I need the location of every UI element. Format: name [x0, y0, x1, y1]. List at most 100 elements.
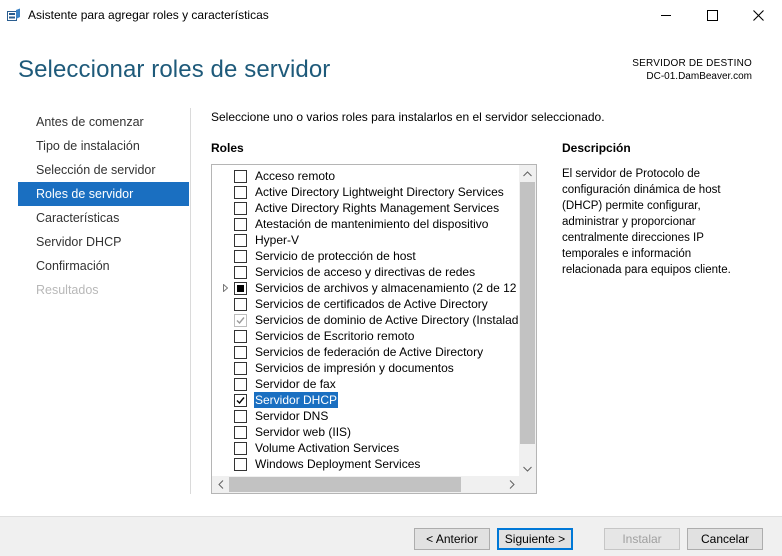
role-label: Hyper-V: [255, 233, 300, 247]
role-label: Servicios de dominio de Active Directory…: [255, 313, 519, 327]
role-label: Servicios de Escritorio remoto: [255, 329, 415, 343]
role-row[interactable]: Windows Deployment Services: [212, 456, 519, 472]
role-label: Servidor de fax: [255, 377, 336, 391]
destination-server-info: SERVIDOR DE DESTINO DC-01.DamBeaver.com: [632, 57, 752, 83]
role-checkbox[interactable]: [234, 426, 247, 439]
instruction-text: Seleccione uno o varios roles para insta…: [211, 110, 605, 124]
role-label: Volume Activation Services: [255, 441, 400, 455]
window-title: Asistente para agregar roles y caracterí…: [28, 8, 269, 22]
role-checkbox[interactable]: [234, 234, 247, 247]
maximize-button[interactable]: [689, 0, 735, 30]
server-manager-icon: [7, 8, 20, 21]
nav-item-seleccion-de-servidor[interactable]: Selección de servidor: [18, 158, 189, 182]
scroll-up-arrow-icon[interactable]: [519, 165, 536, 182]
role-checkbox[interactable]: [234, 266, 247, 279]
nav-item-roles-de-servidor[interactable]: Roles de servidor: [18, 182, 189, 206]
role-checkbox[interactable]: [234, 394, 247, 407]
title-bar: Asistente para agregar roles y caracterí…: [0, 0, 782, 30]
role-label: Servicios de federación de Active Direct…: [255, 345, 484, 359]
role-row[interactable]: Servidor de fax: [212, 376, 519, 392]
role-row[interactable]: Servidor web (IIS): [212, 424, 519, 440]
next-button[interactable]: Siguiente >: [497, 528, 573, 550]
role-checkbox[interactable]: [234, 362, 247, 375]
cancel-button[interactable]: Cancelar: [687, 528, 763, 550]
role-checkbox[interactable]: [234, 282, 247, 295]
nav-item-tipo-de-instalacion[interactable]: Tipo de instalación: [18, 134, 189, 158]
role-row[interactable]: Active Directory Rights Management Servi…: [212, 200, 519, 216]
description-text: El servidor de Protocolo de configuració…: [562, 168, 731, 276]
role-label: Servicios de archivos y almacenamiento (…: [255, 281, 519, 295]
role-label: Servidor DHCP: [254, 392, 339, 408]
role-checkbox[interactable]: [234, 298, 247, 311]
role-row[interactable]: Acceso remoto: [212, 168, 519, 184]
role-label: Active Directory Rights Management Servi…: [255, 201, 500, 215]
role-label: Acceso remoto: [255, 169, 336, 183]
role-label: Servidor DNS: [255, 409, 329, 423]
role-row[interactable]: Servidor DNS: [212, 408, 519, 424]
role-checkbox[interactable]: [234, 170, 247, 183]
wizard-footer: < Anterior Siguiente > Instalar Cancelar: [0, 516, 782, 556]
role-row[interactable]: Servicios de acceso y directivas de rede…: [212, 264, 519, 280]
role-checkbox[interactable]: [234, 346, 247, 359]
nav-item-caracteristicas[interactable]: Características: [18, 206, 189, 230]
role-checkbox: [234, 314, 247, 327]
wizard-steps-nav: Antes de comenzar Tipo de instalación Se…: [18, 110, 189, 302]
scroll-right-arrow-icon[interactable]: [503, 476, 520, 493]
expand-arrow-icon[interactable]: [220, 280, 230, 296]
roles-list-items: Acceso remoto Active Directory Lightweigh…: [212, 168, 519, 472]
role-label: Servicios de certificados de Active Dire…: [255, 297, 488, 311]
description-heading: Descripción: [562, 141, 631, 155]
maximize-icon: [706, 9, 718, 21]
nav-item-antes-de-comenzar[interactable]: Antes de comenzar: [18, 110, 189, 134]
role-checkbox[interactable]: [234, 378, 247, 391]
nav-item-servidor-dhcp[interactable]: Servidor DHCP: [18, 230, 189, 254]
role-row[interactable]: Volume Activation Services: [212, 440, 519, 456]
horizontal-scrollbar[interactable]: [212, 476, 520, 493]
scroll-down-arrow-icon[interactable]: [519, 460, 536, 477]
back-button[interactable]: < Anterior: [414, 528, 490, 550]
role-row[interactable]: Servicios de dominio de Active Directory…: [212, 312, 519, 328]
role-row[interactable]: Servicios de archivos y almacenamiento (…: [212, 280, 519, 296]
role-row[interactable]: Servicios de Escritorio remoto: [212, 328, 519, 344]
role-checkbox[interactable]: [234, 330, 247, 343]
roles-list[interactable]: Acceso remoto Active Directory Lightweigh…: [211, 164, 537, 494]
role-label: Servicios de acceso y directivas de rede…: [255, 265, 476, 279]
close-icon: [752, 9, 764, 21]
role-row[interactable]: Hyper-V: [212, 232, 519, 248]
role-row[interactable]: Servidor DHCP: [212, 392, 519, 408]
nav-item-confirmacion[interactable]: Confirmación: [18, 254, 189, 278]
role-row[interactable]: Atestación de mantenimiento del disposit…: [212, 216, 519, 232]
role-row[interactable]: Servicios de certificados de Active Dire…: [212, 296, 519, 312]
role-checkbox[interactable]: [234, 458, 247, 471]
vertical-scrollbar[interactable]: [519, 165, 536, 477]
role-label: Servidor web (IIS): [255, 425, 352, 439]
role-label: Atestación de mantenimiento del disposit…: [255, 217, 489, 231]
install-button: Instalar: [604, 528, 680, 550]
role-row[interactable]: Servicio de protección de host: [212, 248, 519, 264]
nav-item-resultados: Resultados: [36, 283, 99, 297]
role-label: Active Directory Lightweight Directory S…: [255, 185, 504, 199]
vertical-scroll-thumb[interactable]: [520, 182, 535, 444]
role-row[interactable]: Servicios de federación de Active Direct…: [212, 344, 519, 360]
role-checkbox[interactable]: [234, 442, 247, 455]
horizontal-scroll-thumb[interactable]: [229, 477, 461, 492]
role-label: Servicio de protección de host: [255, 249, 416, 263]
scrollbar-corner: [519, 476, 536, 493]
scroll-left-arrow-icon[interactable]: [212, 476, 229, 493]
role-checkbox[interactable]: [234, 202, 247, 215]
close-button[interactable]: [735, 0, 781, 30]
role-row[interactable]: Servicios de impresión y documentos: [212, 360, 519, 376]
role-checkbox[interactable]: [234, 186, 247, 199]
minimize-button[interactable]: [643, 0, 689, 30]
nav-divider: [190, 108, 191, 494]
role-checkbox[interactable]: [234, 218, 247, 231]
roles-heading: Roles: [211, 141, 244, 155]
role-checkbox[interactable]: [234, 250, 247, 263]
role-label: Servicios de impresión y documentos: [255, 361, 454, 375]
role-row[interactable]: Active Directory Lightweight Directory S…: [212, 184, 519, 200]
page-title: Seleccionar roles de servidor: [18, 56, 331, 83]
destination-server-name: DC-01.DamBeaver.com: [646, 71, 752, 82]
role-label: Windows Deployment Services: [255, 457, 421, 471]
role-checkbox[interactable]: [234, 410, 247, 423]
minimize-icon: [661, 15, 671, 16]
